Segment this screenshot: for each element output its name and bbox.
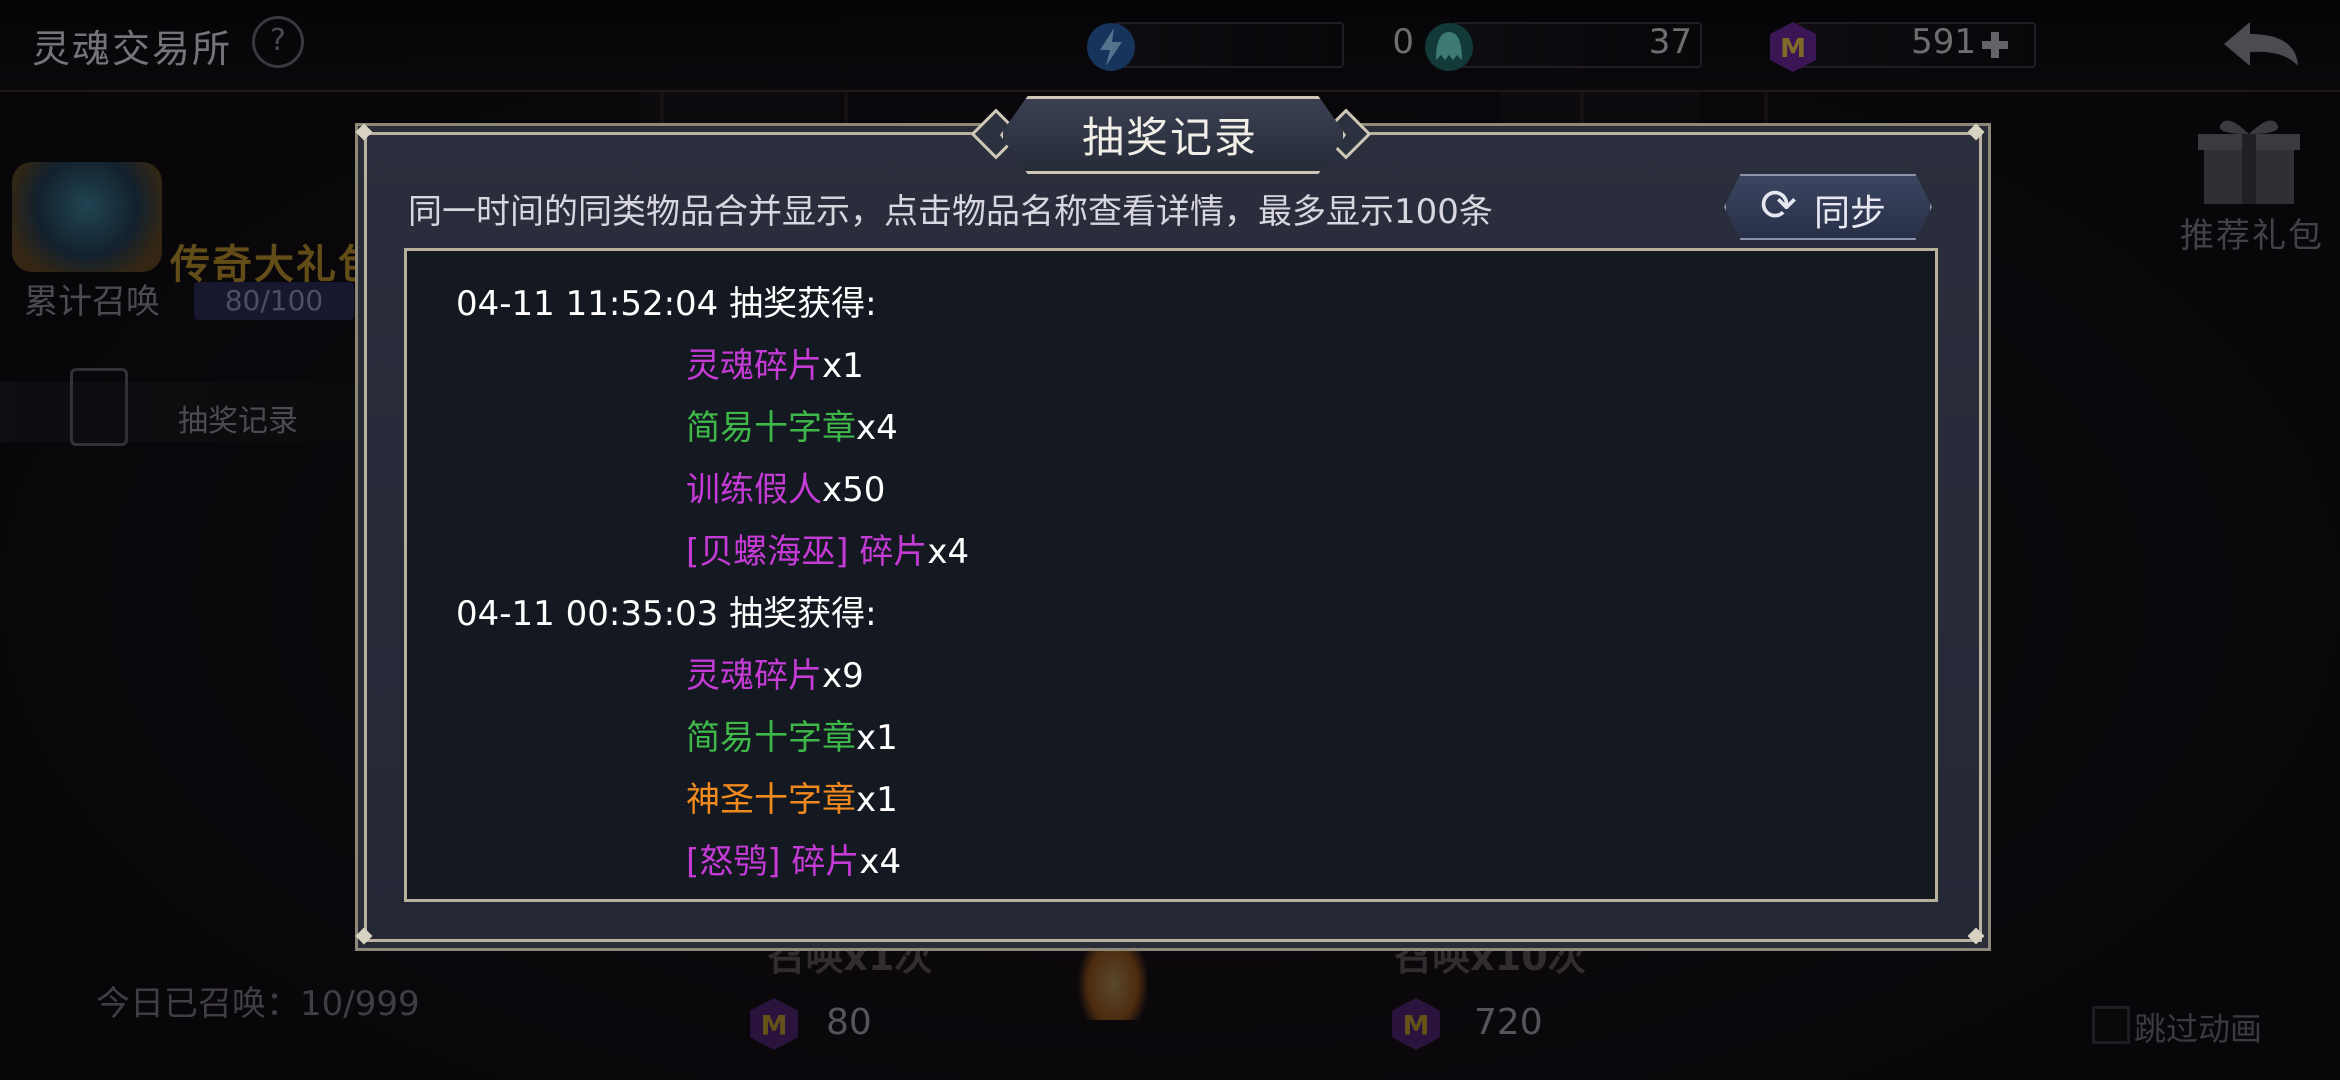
record-item[interactable]: 神圣十字章x1	[686, 772, 898, 821]
item-qty: x9	[822, 656, 864, 696]
item-qty: x50	[822, 470, 886, 510]
refresh-icon: ⟳	[1760, 180, 1797, 231]
record-item[interactable]: 简易十字章x4	[686, 400, 898, 449]
item-qty: x1	[856, 718, 898, 758]
record-item[interactable]: 简易十字章x1	[686, 710, 898, 759]
record-timestamp: 04-11 00:35:03 抽奖获得:	[456, 594, 877, 634]
record-list	[404, 248, 1938, 902]
item-qty: x4	[859, 842, 902, 882]
item-name[interactable]: 灵魂碎片	[686, 656, 822, 696]
item-name[interactable]: 简易十字章	[686, 718, 856, 758]
item-name[interactable]: 训练假人	[686, 470, 822, 510]
sync-button-label: 同步	[1814, 193, 1887, 234]
item-name[interactable]: [怒鸮] 碎片	[686, 842, 859, 882]
record-item[interactable]: [怒鸮] 碎片x4	[686, 834, 901, 883]
item-name[interactable]: [贝螺海巫] 碎片	[686, 532, 927, 572]
modal-notice: 同一时间的同类物品合并显示，点击物品名称查看详情，最多显示100条	[408, 192, 1493, 232]
record-item[interactable]: 训练假人x50	[686, 462, 885, 511]
item-qty: x4	[856, 408, 898, 448]
record-item[interactable]: 灵魂碎片x1	[686, 338, 864, 387]
item-name[interactable]: 简易十字章	[686, 408, 856, 448]
item-qty: x4	[927, 532, 970, 572]
item-name[interactable]: 灵魂碎片	[686, 346, 822, 386]
item-name[interactable]: 神圣十字章	[686, 780, 856, 820]
record-item[interactable]: [贝螺海巫] 碎片x4	[686, 524, 969, 573]
modal-title: 抽奖记录	[1081, 113, 1258, 162]
item-qty: x1	[822, 346, 864, 386]
record-item[interactable]: 灵魂碎片x9	[686, 648, 864, 697]
record-timestamp: 04-11 11:52:04 抽奖获得:	[456, 284, 877, 324]
item-qty: x1	[856, 780, 898, 820]
